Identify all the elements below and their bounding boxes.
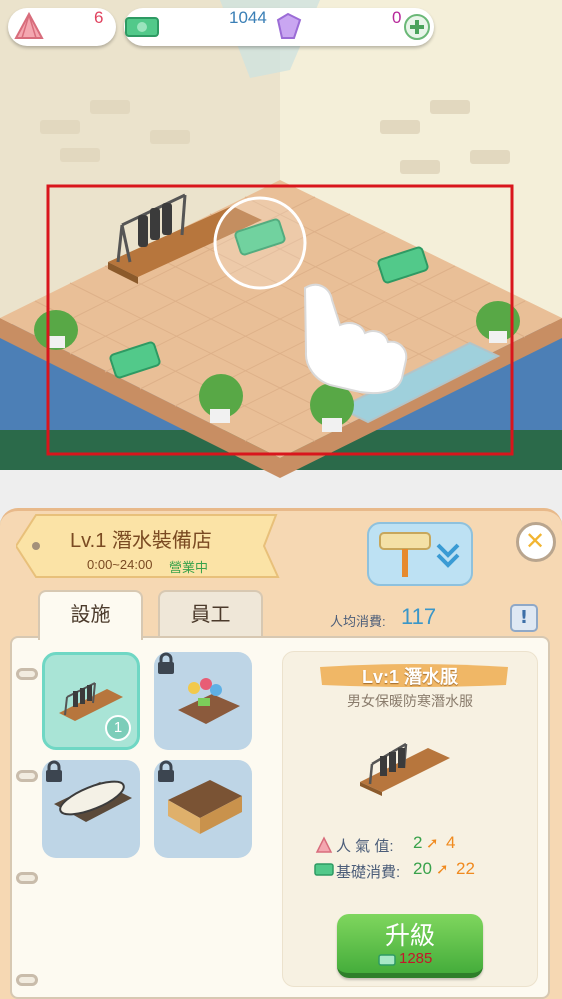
- shop-status: 營業中: [169, 560, 209, 575]
- popularity-next: 4: [446, 833, 456, 852]
- upgrade-cost: 1285: [399, 950, 433, 967]
- base-spend-label: 基礎消費:: [336, 864, 401, 881]
- close-icon: ✕: [525, 527, 546, 555]
- shop-title: Lv.1 潛水裝備店: [70, 530, 212, 552]
- base-spend-current: 20: [413, 859, 432, 878]
- lock-icon: [158, 652, 174, 674]
- seashell-icon: [14, 11, 44, 39]
- binder-ring: [16, 974, 38, 986]
- binder-ring: [16, 668, 38, 680]
- item-preview-image: [360, 742, 450, 796]
- cash-icon: [378, 954, 396, 966]
- avg-spend-label: 人均消費:: [330, 614, 386, 629]
- shell-count: 6: [94, 8, 104, 27]
- info-button[interactable]: !: [510, 604, 538, 632]
- close-button[interactable]: ✕: [516, 522, 556, 562]
- upgrade-button[interactable]: 升級 1285: [337, 914, 483, 978]
- scene-background: [0, 0, 562, 520]
- lock-icon: [46, 760, 62, 782]
- cash-icon: [125, 17, 159, 37]
- facility-card-wetsuit-rack[interactable]: 1: [42, 652, 140, 750]
- decorate-roller-button[interactable]: [366, 519, 476, 589]
- base-spend-next: 22: [456, 859, 475, 878]
- upgrade-label: 升級: [384, 922, 435, 950]
- popularity-current: 2: [413, 833, 423, 852]
- popularity-icon: [315, 836, 333, 853]
- item-description: 男女保暖防寒潛水服: [347, 693, 473, 709]
- gem-icon: [276, 12, 302, 39]
- item-name: Lv:1 潛水服: [361, 667, 458, 687]
- avg-spend-value: 117: [401, 604, 437, 629]
- cash-icon: [314, 863, 334, 876]
- facility-card-counter[interactable]: [154, 760, 252, 858]
- tab-staff[interactable]: 員工: [158, 590, 263, 638]
- gem-count: 0: [392, 8, 402, 27]
- lock-icon: [158, 760, 174, 782]
- popularity-label: 人 氣 值:: [336, 838, 394, 855]
- add-currency-button[interactable]: [404, 14, 430, 40]
- shop-hours: 0:00~24:00: [87, 557, 153, 572]
- owned-count-badge: 1: [105, 715, 131, 741]
- tab-facility[interactable]: 設施: [38, 590, 143, 640]
- binder-ring: [16, 770, 38, 782]
- facility-card-goods-table[interactable]: [154, 652, 252, 750]
- plant-left: [34, 310, 78, 350]
- upgrade-arrow-icon: ➚: [436, 860, 449, 878]
- facility-card-surfboard-stand[interactable]: [42, 760, 140, 858]
- binder-ring: [16, 872, 38, 884]
- upgrade-arrow-icon: ➚: [426, 834, 439, 852]
- game-scene[interactable]: [0, 0, 562, 520]
- cash-count: 1044: [229, 8, 267, 27]
